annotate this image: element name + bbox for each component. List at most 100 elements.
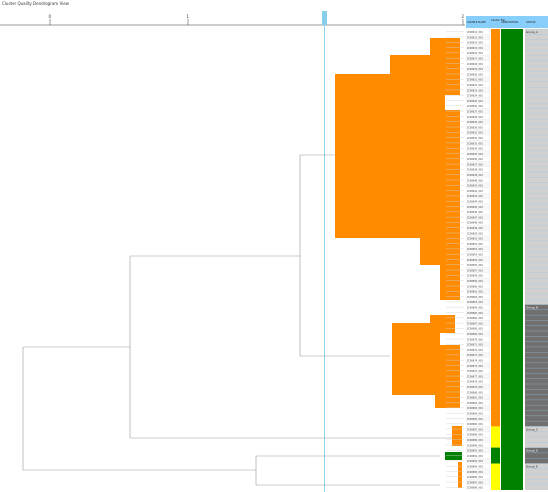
row-sample-name: ZC00096_001: [467, 476, 483, 479]
cluster-bar-green[interactable]: [491, 447, 500, 464]
row-sample-name: ZC00089_001: [467, 439, 483, 442]
row-sample-name: ZC00068_001: [467, 328, 483, 331]
cluster-bar-yellow[interactable]: [491, 426, 500, 448]
row-sample-name: ZC00058_001: [467, 275, 483, 278]
row-sample-name: ZC00070_001: [467, 338, 483, 341]
row-sample-name: ZC00040_001: [467, 179, 483, 182]
row-sample-name: ZC00098_001: [467, 487, 483, 490]
row-sample-name: ZC00060_001: [467, 285, 483, 288]
row-sample-name: ZC00048_001: [467, 222, 483, 225]
row-sample-name: ZC00077_001: [467, 375, 483, 378]
row-sample-name: ZC00043_001: [467, 195, 483, 198]
row-sample-name: ZC00059_001: [467, 280, 483, 283]
col-header-annotation[interactable]: ANNOTATION: [501, 20, 518, 24]
annotation-bar[interactable]: [501, 29, 523, 490]
row-sample-name: ZC00032_001: [467, 137, 483, 140]
row-sample-name: ZC00042_001: [467, 190, 483, 193]
row-sample-name: ZC00020_001: [467, 73, 483, 76]
row-sample-name: ZC00091_001: [467, 450, 483, 453]
row-sample-name: ZC00056_001: [467, 264, 483, 267]
row-sample-name: ZC00071_001: [467, 344, 483, 347]
table-rows: ZC00012_001 ZC00013_001 ZC00014_001 ZC00015…: [465, 28, 491, 491]
row-sample-name: ZC00015_001: [467, 47, 483, 50]
tick-label: 0: [49, 14, 52, 19]
group-label: Group_C: [526, 427, 538, 431]
row-sample-name: ZC00054_001: [467, 254, 483, 257]
row-sample-name: ZC00029_001: [467, 121, 483, 124]
row-sample-name: ZC00052_001: [467, 243, 483, 246]
cluster-bar-orange[interactable]: [491, 29, 500, 427]
tick-label: 2: [462, 14, 465, 19]
cluster-fill-green: [445, 452, 462, 460]
leaf-lines: [446, 31, 464, 488]
cutline-handle[interactable]: [322, 11, 327, 25]
row-sample-name: ZC00065_001: [467, 312, 483, 315]
row-sample-name: ZC00085_001: [467, 418, 483, 421]
row-sample-name: ZC00081_001: [467, 397, 483, 400]
row-sample-name: ZC00036_001: [467, 158, 483, 161]
row-sample-name: ZC00083_001: [467, 407, 483, 410]
row-sample-name: ZC00027_001: [467, 110, 483, 113]
row-sample-name: ZC00088_001: [467, 434, 483, 437]
row-sample-name: ZC00038_001: [467, 169, 483, 172]
row-sample-name: ZC00063_001: [467, 301, 483, 304]
row-sample-name: ZC00093_001: [467, 460, 483, 463]
row-sample-name: ZC00013_001: [467, 36, 483, 39]
row-sample-name: ZC00021_001: [467, 79, 483, 82]
row-sample-name: ZC00018_001: [467, 63, 483, 66]
cluster-fill-main: [335, 38, 462, 488]
row-sample-name: ZC00053_001: [467, 248, 483, 251]
row-sample-name: ZC00086_001: [467, 423, 483, 426]
row-sample-name: ZC00087_001: [467, 428, 483, 431]
group-label: Group_E: [526, 465, 538, 469]
row-sample-name: ZC00044_001: [467, 201, 483, 204]
cluster-bar-yellow[interactable]: [491, 463, 500, 490]
row-sample-name: ZC00039_001: [467, 174, 483, 177]
row-sample-name: ZC00084_001: [467, 412, 483, 415]
row-sample-name: ZC00069_001: [467, 333, 483, 336]
row-sample-name: ZC00030_001: [467, 126, 483, 129]
row-sample-name: ZC00073_001: [467, 354, 483, 357]
axis-tick-0: 0: [49, 14, 52, 25]
row-sample-name: ZC00041_001: [467, 185, 483, 188]
row-sample-name: ZC00028_001: [467, 116, 483, 119]
row-sample-name: ZC00080_001: [467, 391, 483, 394]
row-sample-name: ZC00045_001: [467, 206, 483, 209]
dendrogram-canvas: 0 1 2 SAMPLE NAME Cluster Bar ANNOTATION…: [0, 11, 548, 492]
row-sample-name: ZC00078_001: [467, 381, 483, 384]
row-sample-name: ZC00037_001: [467, 163, 483, 166]
cluster-column: [491, 29, 500, 490]
row-sample-name: ZC00076_001: [467, 370, 483, 373]
row-sample-name: ZC00023_001: [467, 89, 483, 92]
row-sample-name: ZC00046_001: [467, 211, 483, 214]
row-sample-name: ZC00057_001: [467, 269, 483, 272]
row-sample-name: ZC00014_001: [467, 42, 483, 45]
row-sample-name: ZC00022_001: [467, 84, 483, 87]
row-sample-name: ZC00016_001: [467, 52, 483, 55]
axis-tick-2: 2: [462, 14, 465, 25]
row-sample-name: ZC00034_001: [467, 148, 483, 151]
tick-label: 1: [187, 14, 190, 19]
row-sample-name: ZC00094_001: [467, 465, 483, 468]
row-sample-name: ZC00072_001: [467, 349, 483, 352]
row-sample-name: ZC00017_001: [467, 57, 483, 60]
axis-tick-1: 1: [187, 14, 190, 25]
row-sample-name: ZC00026_001: [467, 105, 483, 108]
row-sample-name: ZC00095_001: [467, 471, 483, 474]
row-sample-name: ZC00079_001: [467, 386, 483, 389]
row-sample-name: ZC00024_001: [467, 95, 483, 98]
row-sample-name: ZC00075_001: [467, 365, 483, 368]
group-block[interactable]: [525, 304, 548, 427]
row-sample-name: ZC00067_001: [467, 322, 483, 325]
row-sample-name: ZC00047_001: [467, 216, 483, 219]
row-sample-name: ZC00055_001: [467, 259, 483, 262]
col-header-sample[interactable]: SAMPLE NAME: [467, 20, 486, 24]
row-sample-name: ZC00090_001: [467, 444, 483, 447]
row-sample-name: ZC00031_001: [467, 132, 483, 135]
group-label: Group_A: [526, 30, 538, 34]
group-column: Group_A Group_B Group_C Group_D Group_E: [525, 28, 548, 490]
col-header-group[interactable]: GROUP: [526, 20, 536, 24]
row-sample-name: ZC00049_001: [467, 227, 483, 230]
row-sample-name: ZC00035_001: [467, 153, 483, 156]
group-label: Group_B: [526, 306, 538, 310]
